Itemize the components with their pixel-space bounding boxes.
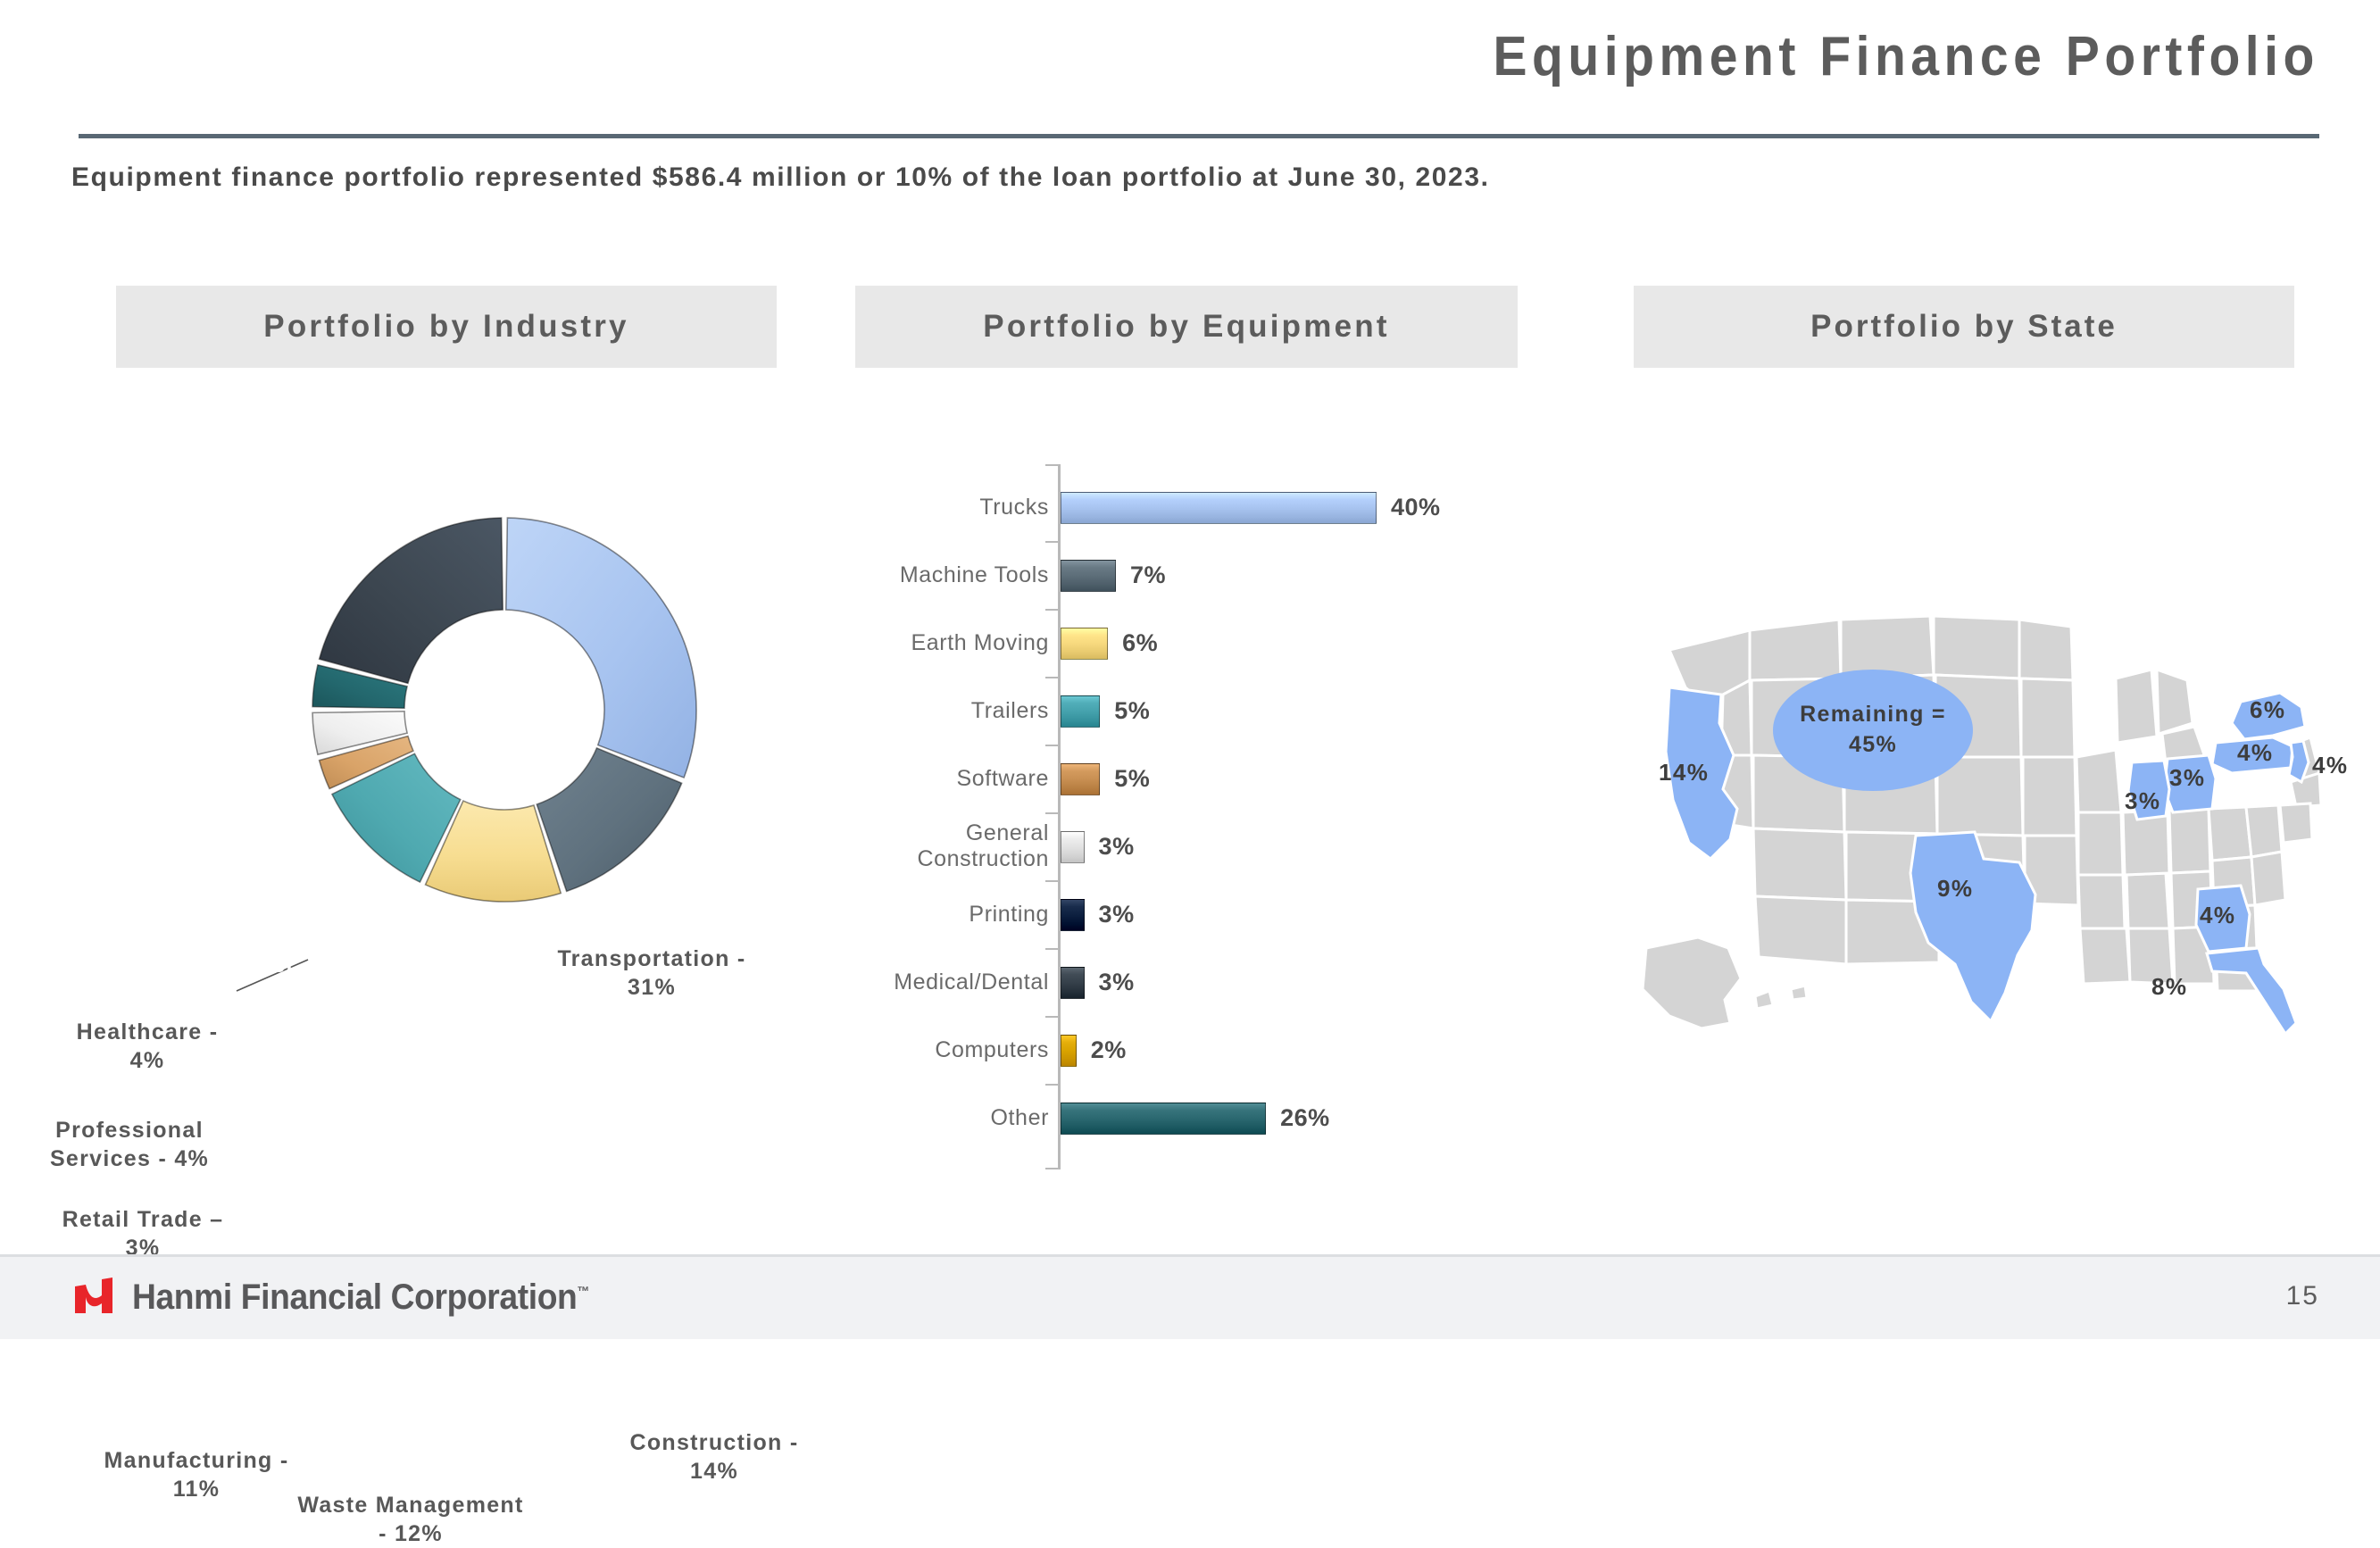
bar-fill	[1061, 492, 1377, 524]
title-divider	[79, 134, 2319, 138]
bar-fill	[1061, 1103, 1267, 1135]
bar-row: Other 26%	[857, 1084, 1535, 1152]
map-remaining-line: 45%	[1849, 732, 1897, 757]
bar-row: Printing 3%	[857, 880, 1535, 948]
panel-header-state-label: Portfolio by State	[1810, 309, 2118, 344]
panel-header-equipment-label: Portfolio by Equipment	[983, 309, 1390, 344]
bar-category-label: Trucks	[979, 494, 1049, 520]
bar-value-label: 6%	[1122, 628, 1159, 656]
brand-logo: Hanmi Financial Corporation™	[70, 1272, 624, 1322]
bar-category-label: Software	[956, 765, 1049, 791]
bar-axis-cap-top	[1045, 464, 1058, 466]
bar-fill	[1061, 899, 1085, 931]
bar-category-label: Earth Moving	[911, 629, 1049, 655]
donut-label-healthcare: Healthcare - 4%	[76, 1020, 219, 1073]
bar-fill	[1061, 967, 1085, 999]
map-remaining-line: Remaining =	[1800, 702, 1946, 728]
bar-fill	[1061, 628, 1109, 660]
bar-value-label: 5%	[1114, 696, 1151, 724]
us-map-svg	[1641, 614, 2323, 1036]
slide-footer: Hanmi Financial Corporation™ 15	[0, 1254, 2380, 1339]
bar-axis-tick	[1045, 812, 1058, 814]
bar-value-label: 3%	[1098, 832, 1135, 860]
bar-category-label: Machine Tools	[899, 562, 1049, 587]
donut-slice	[504, 517, 697, 779]
donut-label-professional-services: Professional Services - 4%	[49, 1118, 210, 1171]
bar-row: Machine Tools 7%	[857, 541, 1535, 609]
bar-fill	[1061, 560, 1116, 592]
map-pct-pennsylvania: 4%	[2237, 739, 2274, 766]
brand-name-text: Hanmi Financial Corporation	[132, 1277, 578, 1317]
donut-label-other: Other - 21%	[230, 953, 368, 978]
map-pct-georgia: 4%	[2200, 902, 2236, 928]
hanmi-logo-icon	[75, 1278, 112, 1313]
page-title: Equipment Finance Portfolio	[1493, 26, 2319, 87]
bar-row: Trailers 5%	[857, 677, 1535, 745]
donut-label-transportation: Transportation - 31%	[557, 946, 746, 1000]
map-pct-indiana: 3%	[2125, 787, 2161, 814]
bar-axis-tick	[1045, 880, 1058, 882]
page-number: 15	[2285, 1281, 2319, 1311]
bar-row: Medical/Dental 3%	[857, 948, 1535, 1016]
bar-fill	[1061, 1035, 1077, 1067]
brand-name: Hanmi Financial Corporation™	[132, 1278, 589, 1318]
map-pct-california: 14%	[1659, 759, 1710, 786]
bar-category-label: Trailers	[970, 697, 1049, 723]
panel-header-equipment: Portfolio by Equipment	[855, 286, 1518, 368]
bar-axis-cap-bottom	[1045, 1168, 1058, 1169]
map-remaining-bubble: Remaining = 45%	[1773, 670, 1973, 791]
bar-axis-tick	[1045, 677, 1058, 678]
bar-row: Software 5%	[857, 745, 1535, 812]
bar-value-label: 3%	[1098, 900, 1135, 928]
map-pct-texas: 9%	[1937, 875, 1974, 902]
bar-axis-tick	[1045, 609, 1058, 611]
donut-slice	[318, 517, 504, 685]
map-pct-ohio: 3%	[2169, 764, 2206, 791]
bar-axis-tick	[1045, 1016, 1058, 1018]
map-pct-new-jersey: 4%	[2312, 752, 2349, 778]
bar-axis-tick	[1045, 745, 1058, 746]
panel-header-industry: Portfolio by Industry	[116, 286, 777, 368]
bar-value-label: 5%	[1114, 764, 1151, 792]
bar-row: Computers 2%	[857, 1016, 1535, 1084]
bar-row: Trucks 40%	[857, 473, 1535, 541]
bar-value-label: 40%	[1391, 493, 1441, 520]
panel-header-state: Portfolio by State	[1634, 286, 2294, 368]
equipment-bar-chart: Trucks 40% Machine Tools 7% Earth Moving 6% Tr…	[857, 464, 1535, 1178]
donut-label-construction: Construction - 14%	[629, 1430, 799, 1484]
bar-row: General Construction 3%	[857, 812, 1535, 880]
bar-value-label: 3%	[1098, 968, 1135, 995]
bar-category-label: General Construction	[917, 820, 1049, 871]
donut-slices	[312, 517, 697, 903]
industry-donut-chart: Other - 21% Transportation - 31% Healthc…	[50, 402, 857, 1546]
state-map-chart: Remaining = 45% 14% 9% 8% 4% 6% 4% 4% 3% …	[1616, 545, 2347, 1044]
slide: Equipment Finance Portfolio Equipment fi…	[0, 0, 2380, 1546]
bar-category-label: Computers	[935, 1036, 1049, 1062]
slide-subtitle: Equipment finance portfolio represented …	[71, 162, 1490, 192]
bar-category-label: Other	[990, 1104, 1049, 1130]
map-pct-new-york: 6%	[2250, 696, 2286, 723]
bar-fill	[1061, 831, 1085, 863]
trademark-symbol: ™	[577, 1284, 589, 1300]
footer-divider	[0, 1254, 2380, 1257]
bar-fill	[1061, 763, 1101, 795]
bar-value-label: 7%	[1129, 561, 1166, 588]
bar-category-label: Printing	[969, 901, 1049, 927]
panel-header-industry-label: Portfolio by Industry	[263, 309, 629, 344]
bar-row: Earth Moving 6%	[857, 609, 1535, 677]
map-pct-florida: 8%	[2151, 973, 2188, 1000]
donut-label-waste-management: Waste Management - 12%	[297, 1493, 524, 1546]
bar-fill	[1061, 695, 1101, 728]
bar-axis-tick	[1045, 948, 1058, 950]
donut-slice	[536, 746, 683, 893]
bar-axis-tick	[1045, 1084, 1058, 1086]
bar-axis-tick	[1045, 541, 1058, 543]
bar-value-label: 26%	[1280, 1103, 1330, 1131]
bar-category-label: Medical/Dental	[894, 969, 1049, 995]
bar-value-label: 2%	[1090, 1036, 1127, 1063]
